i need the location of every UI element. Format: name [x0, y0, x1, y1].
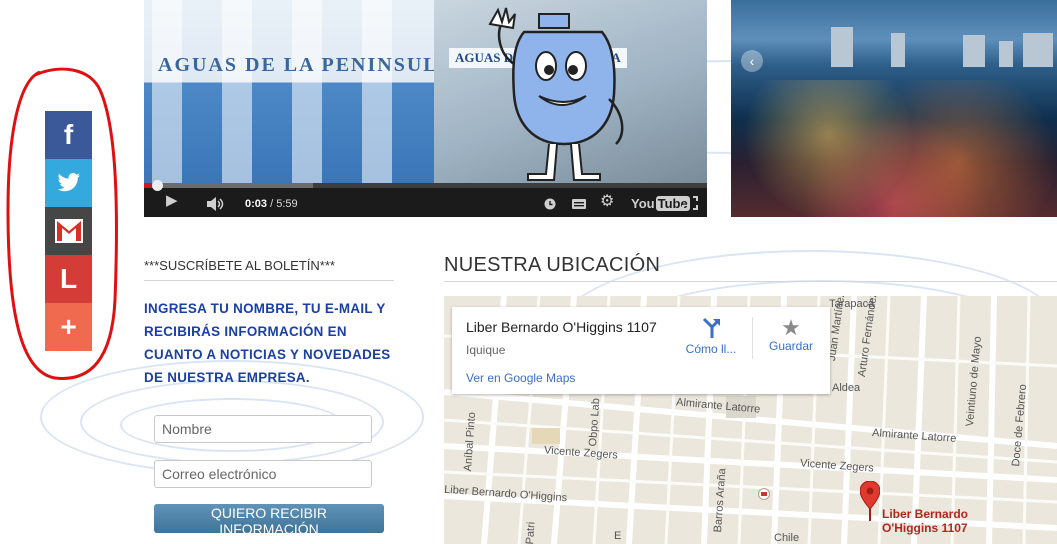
l-share-button[interactable]: L: [45, 255, 92, 303]
video-frame[interactable]: AGUAS DE LA PENINSULA AGUAS DE LA PENINS…: [144, 0, 707, 183]
video-scrubber[interactable]: [152, 180, 163, 191]
video-progress-bar[interactable]: [144, 180, 707, 191]
play-icon[interactable]: ▶: [166, 193, 178, 208]
building-tower: [831, 27, 853, 67]
building-tower: [999, 41, 1013, 67]
twitter-icon: [57, 173, 80, 192]
card-separator: [752, 317, 753, 359]
street-label-patricio-lynch: Patri: [524, 521, 538, 544]
marker-label-line-1: Liber Bernardo: [882, 507, 969, 521]
watch-later-icon[interactable]: [544, 198, 556, 210]
name-input[interactable]: [154, 415, 372, 443]
marker-label-line-2: O'Higgins 1107: [882, 521, 968, 535]
map-marker-label: Liber Bernardo O'Higgins 1107: [882, 507, 968, 535]
youtube-logo[interactable]: You Tube: [631, 196, 690, 211]
video-controls: ▶ 0:03 / 5:59 ⚙ You Tube: [144, 180, 707, 217]
video-buffered: [144, 183, 313, 188]
hospital-icon: [758, 488, 770, 500]
save-place-button[interactable]: ★ Guardar: [766, 315, 816, 354]
facebook-share-button[interactable]: f: [45, 111, 92, 159]
time-current: 0:03: [245, 198, 268, 210]
video-played: [144, 183, 152, 188]
slider-prev-arrow[interactable]: ‹: [741, 50, 763, 72]
city-photo-slider: ‹: [731, 0, 1057, 217]
building-tower: [963, 35, 985, 67]
place-city: Iquique: [466, 343, 506, 357]
location-divider: [444, 281, 1057, 282]
fullscreen-icon[interactable]: [682, 196, 698, 210]
street-label-chile: Chile: [774, 532, 800, 544]
email-input[interactable]: [154, 460, 372, 488]
newsletter-title: ***SUSCRÍBETE AL BOLETÍN***: [144, 258, 335, 273]
newsletter-divider: [144, 280, 394, 281]
social-share-bar: f L +: [45, 111, 92, 351]
city-lights: [731, 80, 1057, 217]
time-total: 5:59: [276, 198, 298, 210]
view-google-maps-link[interactable]: Ver en Google Maps: [466, 371, 575, 385]
street-label-aldea: Aldea: [832, 382, 861, 394]
place-name: Liber Bernardo O'Higgins 1107: [466, 319, 657, 335]
map-info-card: Liber Bernardo O'Higgins 1107 Iquique Ve…: [452, 307, 830, 394]
plus-icon: +: [60, 311, 77, 342]
directions-button[interactable]: Cómo ll...: [684, 317, 738, 356]
save-label: Guardar: [768, 339, 814, 353]
water-bottle-mascot: [488, 7, 624, 181]
l-icon: L: [59, 263, 78, 294]
building-sign: AGUAS DE LA PENINSULA: [158, 54, 456, 76]
map-marker-icon[interactable]: [860, 481, 880, 521]
building-image: AGUAS DE LA PENINSULA: [144, 0, 453, 183]
facebook-icon: f: [63, 119, 74, 150]
location-title: NUESTRA UBICACIÓN: [444, 254, 661, 276]
twitter-share-button[interactable]: [45, 159, 92, 207]
youtube-logo-you: You: [631, 196, 655, 211]
building-tower: [891, 33, 905, 67]
video-time: 0:03 / 5:59: [245, 198, 298, 210]
captions-icon[interactable]: [572, 199, 586, 209]
settings-gear-icon[interactable]: ⚙: [600, 194, 614, 210]
directions-label: Cómo ll...: [685, 342, 737, 356]
subscribe-button[interactable]: QUIERO RECIBIR INFORMACIÓN: [154, 504, 384, 537]
newsletter-description: INGRESA TU NOMBRE, TU E-MAIL Y RECIBIRÁS…: [144, 301, 391, 385]
video-player[interactable]: AGUAS DE LA PENINSULA AGUAS DE LA PENINS…: [144, 0, 707, 217]
gmail-share-button[interactable]: [45, 207, 92, 255]
volume-icon[interactable]: [206, 197, 226, 211]
street-label-e: E: [614, 530, 622, 542]
building-tower: [1023, 33, 1053, 67]
more-share-button[interactable]: +: [45, 303, 92, 351]
gmail-icon: [54, 219, 83, 243]
star-icon: ★: [781, 315, 801, 340]
chevron-left-icon: ‹: [749, 53, 755, 69]
directions-icon: [702, 317, 720, 338]
